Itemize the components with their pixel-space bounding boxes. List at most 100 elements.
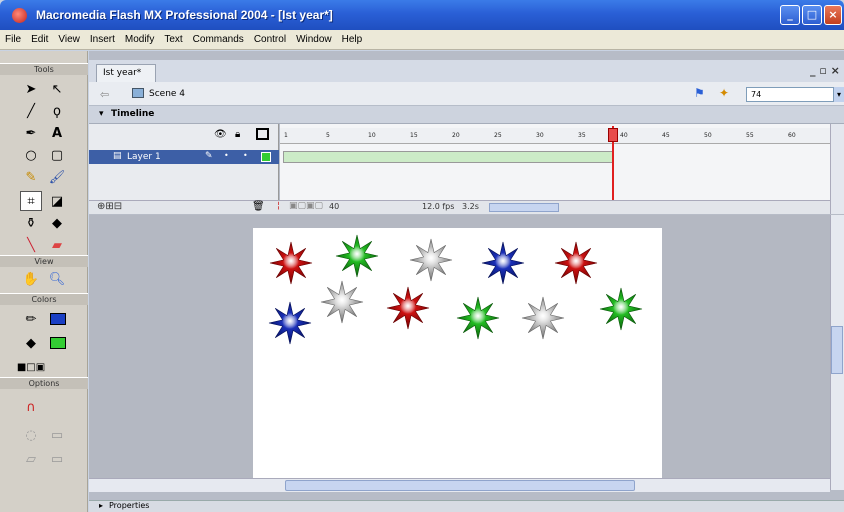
zoom-value: 74 bbox=[751, 90, 762, 99]
layer-visibility-dot[interactable]: • bbox=[224, 151, 229, 160]
properties-panel-bar[interactable]: ▸ Properties bbox=[89, 500, 844, 512]
free-transform-tool-icon[interactable]: ⌗ bbox=[20, 191, 42, 211]
horizontal-scroll-thumb[interactable] bbox=[285, 480, 635, 491]
zoom-tool-icon[interactable]: 🔍︎ bbox=[46, 269, 68, 289]
paint-bucket-tool-icon[interactable]: ◆ bbox=[46, 213, 68, 233]
star-shape[interactable] bbox=[553, 240, 599, 286]
timeline-title: Timeline bbox=[111, 109, 155, 119]
add-layer-icons[interactable]: ⊕⊞⊟ bbox=[97, 201, 122, 212]
eye-icon[interactable]: 👁︎ bbox=[214, 129, 227, 140]
eyedropper-tool-icon[interactable]: ╲ bbox=[20, 235, 42, 255]
timeline-header[interactable]: ▾ Timeline bbox=[89, 106, 844, 124]
fill-transform-tool-icon[interactable]: ◪ bbox=[46, 191, 68, 211]
star-shape[interactable] bbox=[480, 240, 526, 286]
menu-commands[interactable]: Commands bbox=[188, 30, 249, 49]
close-button[interactable]: × bbox=[824, 5, 842, 25]
lasso-tool-icon[interactable]: ϙ bbox=[46, 101, 68, 121]
current-frame: 40 bbox=[329, 202, 340, 211]
subselect-tool-icon[interactable]: ↖ bbox=[46, 79, 68, 99]
star-shape[interactable] bbox=[598, 286, 644, 332]
properties-label: Properties bbox=[109, 501, 150, 510]
vertical-scroll-thumb[interactable] bbox=[831, 326, 843, 374]
snap-magnet-icon[interactable]: ∩ bbox=[20, 397, 42, 417]
star-shape[interactable] bbox=[385, 285, 431, 331]
stroke-color-icon[interactable]: ✏ bbox=[20, 309, 42, 329]
default-colors-icon[interactable]: ■□▣ bbox=[17, 357, 45, 377]
rotate-option-icon: ▱ bbox=[26, 451, 36, 467]
menu-modify[interactable]: Modify bbox=[120, 30, 159, 49]
onion-skin-icons[interactable]: ▣▢▣▢ bbox=[289, 201, 323, 211]
rectangle-tool-icon[interactable]: ▢ bbox=[46, 145, 68, 165]
back-arrow-icon[interactable]: ⇦ bbox=[100, 88, 109, 101]
menu-help[interactable]: Help bbox=[337, 30, 368, 49]
straighten-option-icon: ▭ bbox=[50, 427, 64, 443]
menu-bar: File Edit View Insert Modify Text Commands Cont… bbox=[0, 30, 844, 50]
star-shape[interactable] bbox=[268, 240, 314, 286]
frame-tick-label: 35 bbox=[578, 132, 586, 139]
pen-tool-icon[interactable]: ✒ bbox=[20, 123, 42, 143]
frame-tick-label: 1 bbox=[284, 132, 288, 139]
menu-window[interactable]: Window bbox=[291, 30, 337, 49]
hand-tool-icon[interactable]: ✋ bbox=[20, 269, 42, 289]
star-shape[interactable] bbox=[455, 295, 501, 341]
scene-bar bbox=[89, 82, 844, 106]
timeline-horizontal-scrollbar[interactable] bbox=[489, 203, 559, 212]
zoom-combobox[interactable]: 74 bbox=[746, 87, 834, 102]
arrow-tool-icon[interactable]: ➤ bbox=[20, 79, 42, 99]
playhead-handle[interactable] bbox=[608, 128, 618, 142]
brush-tool-icon[interactable]: 🖌 bbox=[46, 167, 68, 187]
layer-outline-swatch[interactable] bbox=[261, 152, 271, 162]
frame-tick-label: 20 bbox=[452, 132, 460, 139]
stroke-color-swatch[interactable] bbox=[50, 313, 66, 325]
document-window-controls[interactable]: _ ▫ × bbox=[810, 64, 840, 77]
menu-edit[interactable]: Edit bbox=[26, 30, 53, 49]
motion-tween-span[interactable] bbox=[283, 151, 613, 163]
frame-tick-label: 30 bbox=[536, 132, 544, 139]
minimize-button[interactable]: _ bbox=[780, 5, 800, 25]
zoom-dropdown-arrow-icon[interactable]: ▾ bbox=[834, 87, 844, 102]
stage-canvas[interactable] bbox=[253, 228, 662, 482]
timeline-vertical-scrollbar[interactable] bbox=[830, 124, 844, 214]
star-shape[interactable] bbox=[408, 237, 454, 283]
timeline-collapse-icon[interactable]: ▾ bbox=[99, 109, 104, 119]
scale-option-icon: ▭ bbox=[50, 451, 64, 467]
oval-tool-icon[interactable]: ○ bbox=[20, 145, 42, 165]
menu-insert[interactable]: Insert bbox=[85, 30, 120, 49]
outline-icon[interactable] bbox=[256, 128, 269, 140]
layer-pencil-icon: ✎ bbox=[205, 151, 213, 161]
edit-scene-icon[interactable]: ⚑ bbox=[694, 86, 705, 100]
menu-view[interactable]: View bbox=[53, 30, 85, 49]
center-frame-icon[interactable]: ¦ bbox=[277, 201, 280, 211]
line-tool-icon[interactable]: ╱ bbox=[20, 101, 42, 121]
star-shape[interactable] bbox=[267, 300, 313, 346]
document-tab[interactable]: Ist year* bbox=[96, 64, 156, 82]
tools-panel: Tools ➤ ↖ ╱ ϙ ✒ A ○ ▢ ✎ 🖌 ⌗ ◪ ⚱ ◆ ╲ ▰ Vi… bbox=[0, 51, 88, 512]
trash-icon[interactable]: 🗑︎ bbox=[252, 201, 265, 212]
pencil-tool-icon[interactable]: ✎ bbox=[20, 167, 42, 187]
eraser-tool-icon[interactable]: ▰ bbox=[46, 235, 68, 255]
layer-name: Layer 1 bbox=[127, 152, 161, 162]
layer-row[interactable]: ▤ Layer 1 ✎ • • bbox=[89, 150, 279, 164]
fill-color-swatch[interactable] bbox=[50, 337, 66, 349]
lock-icon[interactable]: 🔒︎ bbox=[235, 129, 240, 140]
layer-lock-dot[interactable]: • bbox=[243, 151, 248, 160]
star-shape[interactable] bbox=[319, 279, 365, 325]
elapsed-time: 3.2s bbox=[462, 202, 479, 211]
document-tab-bar bbox=[89, 60, 844, 82]
maximize-button[interactable]: □ bbox=[802, 5, 822, 25]
options-section-label: Options bbox=[0, 377, 88, 389]
frame-tick-label: 40 bbox=[620, 132, 628, 139]
menu-text[interactable]: Text bbox=[159, 30, 187, 49]
ink-bottle-tool-icon[interactable]: ⚱ bbox=[20, 213, 42, 233]
text-tool-icon[interactable]: A bbox=[46, 123, 68, 143]
fill-color-icon[interactable]: ◆ bbox=[20, 333, 42, 353]
menu-file[interactable]: File bbox=[0, 30, 26, 49]
view-section-label: View bbox=[0, 255, 88, 267]
star-shape[interactable] bbox=[334, 233, 380, 279]
properties-expand-icon[interactable]: ▸ bbox=[99, 501, 103, 510]
frame-tick-label: 50 bbox=[704, 132, 712, 139]
menu-control[interactable]: Control bbox=[249, 30, 291, 49]
star-shape[interactable] bbox=[520, 295, 566, 341]
frame-ruler[interactable]: 15101520253035404550556065 bbox=[280, 128, 838, 144]
edit-symbols-icon[interactable]: ✦ bbox=[719, 86, 729, 100]
